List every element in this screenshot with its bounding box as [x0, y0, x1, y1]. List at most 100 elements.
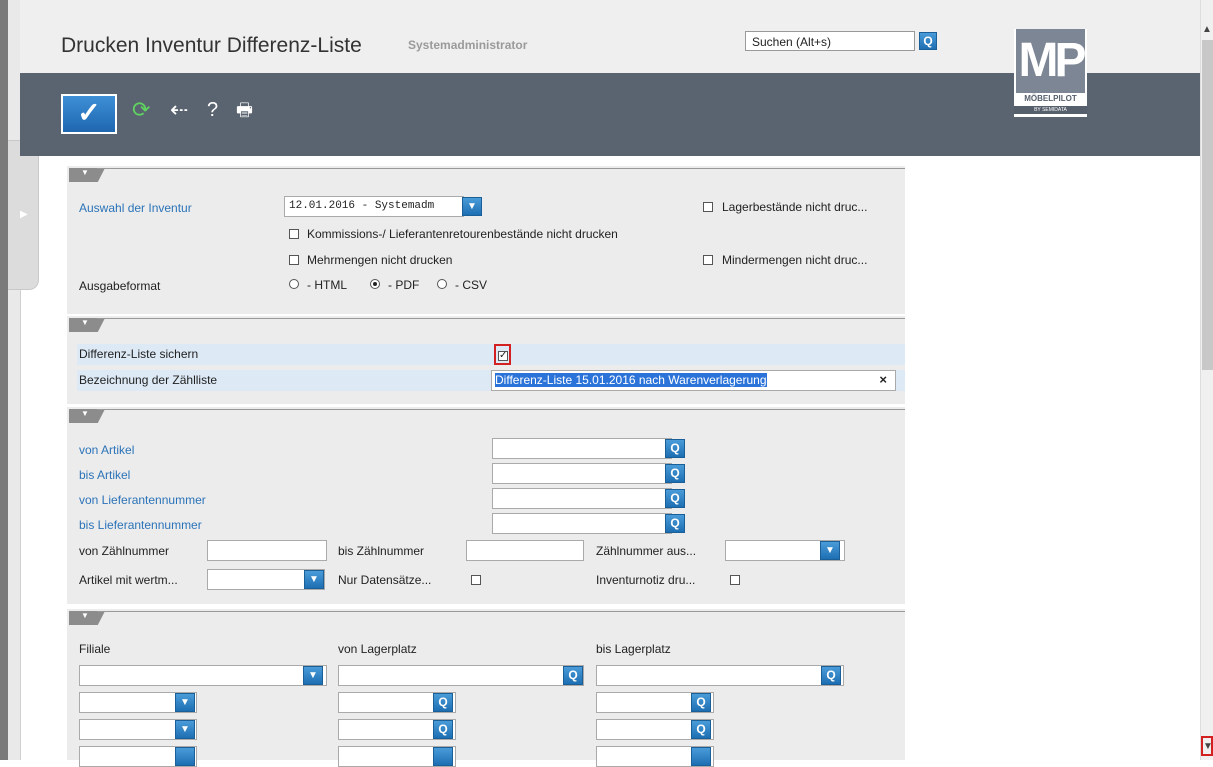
section-header[interactable]: ▼: [67, 316, 905, 334]
ok-button[interactable]: ✓: [61, 94, 117, 134]
side-panel-toggle[interactable]: ▶: [8, 140, 39, 290]
von-lager-search[interactable]: Q: [433, 693, 453, 712]
chevron-down-icon: ▼: [309, 574, 319, 585]
format-html-label: - HTML: [307, 278, 347, 292]
nur-daten-checkbox[interactable]: [471, 575, 481, 585]
page-title: Drucken Inventur Differenz-Liste: [61, 34, 362, 57]
collapse-icon: ▼: [81, 168, 89, 177]
scroll-thumb[interactable]: [1202, 40, 1213, 370]
filiale-dropdown[interactable]: [175, 747, 195, 766]
vertical-scrollbar[interactable]: ▲ ▼: [1200, 0, 1213, 760]
filiale-dropdown[interactable]: ▼: [175, 693, 195, 712]
section-header[interactable]: ▼: [67, 407, 905, 425]
printer-icon: 🖶: [236, 100, 253, 120]
von-lager-input[interactable]: [338, 665, 584, 686]
search-icon: Q: [438, 722, 448, 736]
nur-daten-label: Nur Datensätze...: [338, 573, 432, 587]
chevron-down-icon: ▼: [180, 724, 190, 735]
von-lager-search[interactable]: Q: [433, 720, 453, 739]
section-header[interactable]: ▼: [67, 609, 905, 627]
collapse-icon: ▼: [81, 318, 89, 327]
logo: MP MÖBELPILOT BY SEMIDATA: [1014, 29, 1087, 117]
refresh-button[interactable]: ⟳: [132, 98, 150, 122]
bis-zaehl-input[interactable]: [466, 540, 584, 561]
bis-lager-search[interactable]: Q: [821, 666, 841, 685]
inventur-label[interactable]: Auswahl der Inventur: [79, 201, 192, 215]
bis-lager-search[interactable]: Q: [691, 693, 711, 712]
bis-lieferant-search[interactable]: Q: [665, 514, 685, 533]
von-lager-search[interactable]: [433, 747, 453, 766]
bis-zaehl-label: bis Zählnummer: [338, 544, 425, 558]
chevron-right-icon: ▶: [20, 209, 28, 220]
von-lager-label: von Lagerplatz: [338, 642, 417, 656]
inventur-select[interactable]: 12.01.2016 - Systemadm: [284, 196, 464, 217]
mindermengen-checkbox[interactable]: [703, 255, 713, 265]
help-button[interactable]: ?: [207, 98, 218, 122]
chevron-down-icon: ▼: [825, 545, 835, 556]
bis-artikel-input[interactable]: [492, 463, 672, 484]
scroll-up-icon[interactable]: ▲: [1202, 24, 1212, 35]
scroll-down-button[interactable]: ▼: [1201, 736, 1213, 756]
filiale-dropdown[interactable]: ▼: [303, 666, 323, 685]
von-zaehl-input[interactable]: [207, 540, 327, 561]
kommission-checkbox[interactable]: [289, 229, 299, 239]
search-icon: Q: [696, 695, 706, 709]
von-lieferant-search[interactable]: Q: [665, 489, 685, 508]
bis-lager-label: bis Lagerplatz: [596, 642, 671, 656]
filiale-dropdown[interactable]: ▼: [175, 720, 195, 739]
inventurnotiz-label: Inventurnotiz dru...: [596, 573, 696, 587]
bezeichnung-input[interactable]: Differenz-Liste 15.01.2016 nach Warenver…: [491, 370, 896, 391]
logo-sub: BY SEMIDATA: [1014, 106, 1087, 114]
sichern-checkbox[interactable]: ✓: [498, 351, 508, 361]
bis-lager-search[interactable]: Q: [691, 720, 711, 739]
search-input[interactable]: Suchen (Alt+s): [745, 31, 915, 51]
von-artikel-input[interactable]: [492, 438, 672, 459]
sichern-label: Differenz-Liste sichern: [79, 347, 199, 361]
format-pdf-radio[interactable]: [370, 279, 380, 289]
inventur-dropdown[interactable]: ▼: [462, 197, 482, 216]
inventurnotiz-checkbox[interactable]: [730, 575, 740, 585]
zaehl-aus-label: Zählnummer aus...: [596, 544, 697, 558]
format-csv-radio[interactable]: [437, 279, 447, 289]
bis-lieferant-input[interactable]: [492, 513, 672, 534]
print-button[interactable]: 🖶: [236, 98, 253, 122]
user-name: Systemadministrator: [408, 38, 528, 52]
search-icon: Q: [696, 722, 706, 736]
bis-lager-search[interactable]: [691, 747, 711, 766]
chevron-down-icon: ▼: [1203, 741, 1213, 752]
von-zaehl-label: von Zählnummer: [79, 544, 170, 558]
section-filiale: ▼ Filiale von Lagerplatz bis Lagerplatz …: [67, 609, 905, 767]
format-html-radio[interactable]: [289, 279, 299, 289]
search-icon: Q: [670, 441, 680, 455]
filiale-select[interactable]: [79, 665, 327, 686]
bis-artikel-search[interactable]: Q: [665, 464, 685, 483]
von-lieferant-label[interactable]: von Lieferantennummer: [79, 493, 206, 507]
artikel-wert-dropdown[interactable]: ▼: [304, 570, 324, 589]
von-artikel-search[interactable]: Q: [665, 439, 685, 458]
back-arrow-icon: ⇠: [170, 97, 189, 122]
search-icon: Q: [826, 668, 836, 682]
bezeichnung-value: Differenz-Liste 15.01.2016 nach Warenver…: [495, 373, 767, 387]
zaehl-aus-dropdown[interactable]: ▼: [820, 541, 840, 560]
format-pdf-label: - PDF: [388, 278, 420, 292]
von-lager-search[interactable]: Q: [563, 666, 583, 685]
von-lieferant-input[interactable]: [492, 488, 672, 509]
von-artikel-label[interactable]: von Artikel: [79, 443, 134, 457]
lager-label: Lagerbestände nicht druc...: [722, 200, 868, 214]
artikel-wert-label: Artikel mit wertm...: [79, 573, 178, 587]
lager-checkbox[interactable]: [703, 202, 713, 212]
bis-lager-input[interactable]: [596, 665, 844, 686]
back-button[interactable]: ⇠: [170, 98, 188, 122]
bis-lieferant-label[interactable]: bis Lieferantennummer: [79, 518, 202, 532]
clear-icon[interactable]: ×: [879, 372, 887, 387]
section-inventur: ▼ Auswahl der Inventur 12.01.2016 - Syst…: [67, 166, 905, 314]
logo-brand: MÖBELPILOT: [1024, 94, 1077, 103]
row-highlight: [77, 344, 905, 365]
section-header[interactable]: ▼: [67, 166, 905, 184]
bis-artikel-label[interactable]: bis Artikel: [79, 468, 130, 482]
search-icon: Q: [670, 466, 680, 480]
kommission-label: Kommissions-/ Lieferantenretourenbeständ…: [307, 227, 618, 241]
mehrmengen-checkbox[interactable]: [289, 255, 299, 265]
chevron-down-icon: ▼: [467, 201, 477, 212]
search-button[interactable]: Q: [919, 32, 937, 50]
